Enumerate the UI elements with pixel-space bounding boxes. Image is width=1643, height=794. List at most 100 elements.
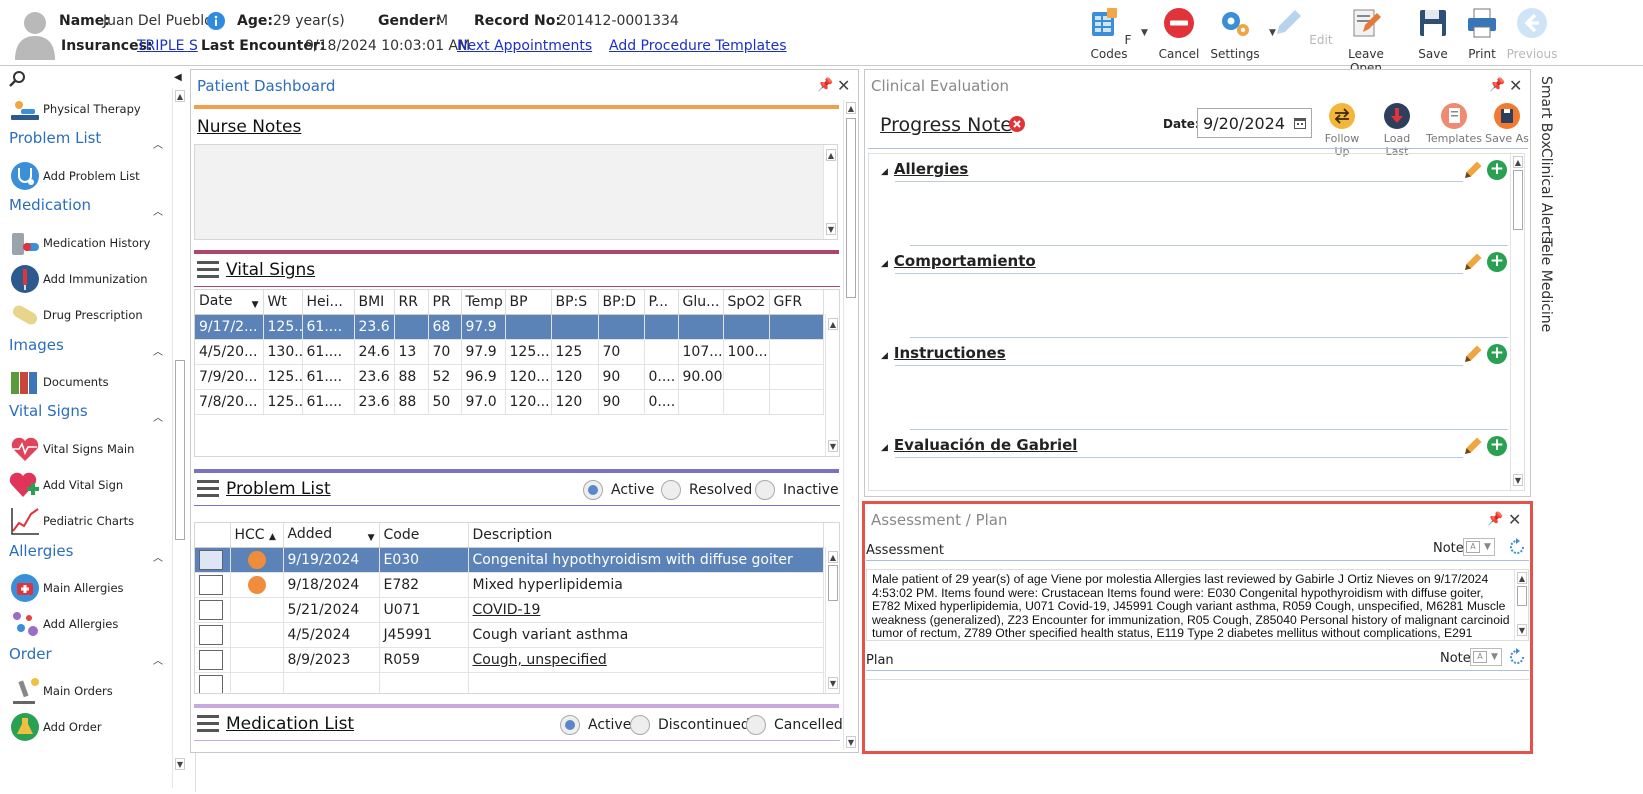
vitals-scrollbar[interactable]: ▲ ▼ [825,314,839,456]
previous-button[interactable]: Previous [1500,6,1564,62]
chevron-up-icon[interactable]: ︿ [153,343,163,358]
scroll-thumb[interactable] [1517,586,1527,606]
scroll-thumb[interactable] [846,118,856,298]
column-description[interactable]: Description [468,523,824,548]
add-evaluacion-icon[interactable]: + [1487,436,1507,456]
row-checkbox[interactable] [199,549,223,570]
row-checkbox[interactable] [199,574,223,595]
chevron-up-icon[interactable]: ︿ [153,136,163,151]
tab-tele-medicine[interactable]: Tele Medicine [1538,238,1554,332]
sidebar-item-add-allergies[interactable]: Add Allergies [9,607,169,641]
edit-pencil-icon[interactable] [1463,344,1483,364]
section-instructiones[interactable]: ◢ Instructiones [881,344,1006,362]
expand-triangle-icon[interactable]: ◢ [881,351,888,361]
scroll-thumb[interactable] [175,360,185,540]
tab-clinical-alerts[interactable]: Clinical Alerts [1538,148,1554,244]
vitals-column[interactable]: PR [428,290,462,315]
med-filter-cancelled-radio[interactable]: Cancelled [746,715,843,735]
sidebar-item-add-vital-sign[interactable]: Add Vital Sign [9,468,169,502]
vitals-column[interactable]: BP:S [551,290,599,315]
table-row[interactable]: 5/21/2024 U071 COVID-19 [195,597,824,623]
edit-pencil-icon[interactable] [1463,252,1483,272]
sidebar-item-add-immunization[interactable]: Add Immunization [9,262,169,296]
menu-icon[interactable] [197,715,219,733]
sidebar-item-medication-history[interactable]: Medication History [9,226,169,260]
table-row[interactable]: 9/17/2...125...61....23.6 6897.9 [195,314,824,340]
search-icon[interactable] [9,70,27,88]
vitals-column[interactable]: Glu... [678,290,724,315]
sidebar-item-vital-signs-main[interactable]: Vital Signs Main [9,432,169,466]
leave-open-button[interactable]: Leave Open [1334,6,1398,75]
table-row[interactable] [195,672,824,693]
remove-note-icon[interactable] [1009,116,1025,132]
table-row[interactable]: 4/5/2024 J45991 Cough variant asthma [195,622,824,648]
insurance-link[interactable]: TRIPLE S [137,38,198,54]
scroll-down-icon[interactable]: ▼ [828,677,838,689]
table-row[interactable]: 4/5/20...130...61....24.6137097.9125....… [195,339,824,365]
sidebar-item-main-orders[interactable]: Main Orders [9,674,169,708]
pin-icon[interactable]: 📌 [817,78,833,93]
vitals-column[interactable]: BMI [354,290,395,315]
pin-icon[interactable]: 📌 [1489,78,1505,93]
pin-icon[interactable]: 📌 [1487,512,1503,527]
cancel-button[interactable]: Cancel [1147,6,1211,62]
row-checkbox[interactable] [199,674,223,693]
expand-triangle-icon[interactable]: ◢ [881,167,888,177]
column-code[interactable]: Code [379,523,469,548]
filter-resolved-radio[interactable]: Resolved [661,480,752,500]
add-procedure-templates-link[interactable]: Add Procedure Templates [609,38,787,54]
vitals-column[interactable]: GFR [769,290,824,315]
note-format-dropdown[interactable]: A ▼ [1463,538,1495,556]
row-checkbox[interactable] [199,649,223,670]
add-allergy-icon[interactable]: + [1487,160,1507,180]
settings-button[interactable]: Settings [1203,6,1267,62]
table-row[interactable]: 7/8/20...125...61....23.6885097.0120....… [195,389,824,415]
sidebar-item-documents[interactable]: Documents [9,365,169,399]
plan-textbox[interactable] [866,679,1529,751]
close-icon[interactable]: ✕ [1508,510,1521,529]
refresh-icon[interactable] [1507,647,1527,667]
add-instructiones-icon[interactable]: + [1487,344,1507,364]
section-evaluacion-de-gabriel[interactable]: ◢ Evaluación de Gabriel [881,436,1077,454]
assessment-scrollbar[interactable]: ▲ ▼ [1514,570,1528,640]
vitals-column[interactable]: BP:D [598,290,645,315]
expand-triangle-icon[interactable]: ◢ [881,443,888,453]
calendar-icon[interactable] [1294,117,1306,129]
scroll-thumb[interactable] [828,565,838,601]
nurse-notes-textbox[interactable]: ▲ ▼ [194,144,838,240]
vitals-column[interactable]: Temp [461,290,506,315]
filter-inactive-radio[interactable]: Inactive [755,480,839,500]
load-last-button[interactable]: Load Last [1371,102,1423,158]
scroll-up-icon[interactable]: ▲ [175,90,185,102]
edit-pencil-icon[interactable] [1463,436,1483,456]
column-select[interactable] [195,523,231,548]
templates-button[interactable]: Templates [1426,102,1482,146]
tab-smart-box[interactable]: Smart Box [1538,76,1554,149]
edit-button[interactable]: Edit [1270,6,1334,62]
close-icon[interactable]: ✕ [1509,76,1522,95]
sidebar-item-drug-prescription[interactable]: Drug Prescription [9,298,169,332]
filter-active-radio[interactable]: Active [583,480,654,500]
add-comportamiento-icon[interactable]: + [1487,252,1507,272]
chevron-up-icon[interactable]: ︿ [153,652,163,667]
nurse-notes-scrollbar[interactable]: ▲ ▼ [823,145,837,239]
menu-icon[interactable] [197,480,219,498]
plan-note-format-dropdown[interactable]: A ▼ [1470,648,1502,666]
follow-up-button[interactable]: Follow Up [1316,102,1368,158]
table-row[interactable]: 8/9/2023 R059 Cough, unspecified [195,647,824,673]
expand-triangle-icon[interactable]: ◢ [881,259,888,269]
clinical-scrollbar[interactable]: ▲ ▼ [1510,154,1524,490]
problem-list-scrollbar[interactable]: ▲ ▼ [825,547,839,693]
row-checkbox[interactable] [199,624,223,645]
edit-pencil-icon[interactable] [1463,160,1483,180]
fcodes-button[interactable]: F Codes [1077,6,1141,62]
scroll-up-icon[interactable]: ▲ [828,551,838,563]
scroll-up-icon[interactable]: ▲ [828,318,838,330]
vitals-column[interactable]: RR [394,290,429,315]
column-hcc[interactable]: HCC ▲ [230,523,284,548]
info-icon[interactable] [207,12,225,30]
scroll-down-icon[interactable]: ▼ [846,736,856,748]
med-filter-discontinued-radio[interactable]: Discontinued [630,715,750,735]
date-picker[interactable]: 9/20/2024 [1197,108,1312,138]
save-as-button[interactable]: Save As [1482,102,1530,146]
